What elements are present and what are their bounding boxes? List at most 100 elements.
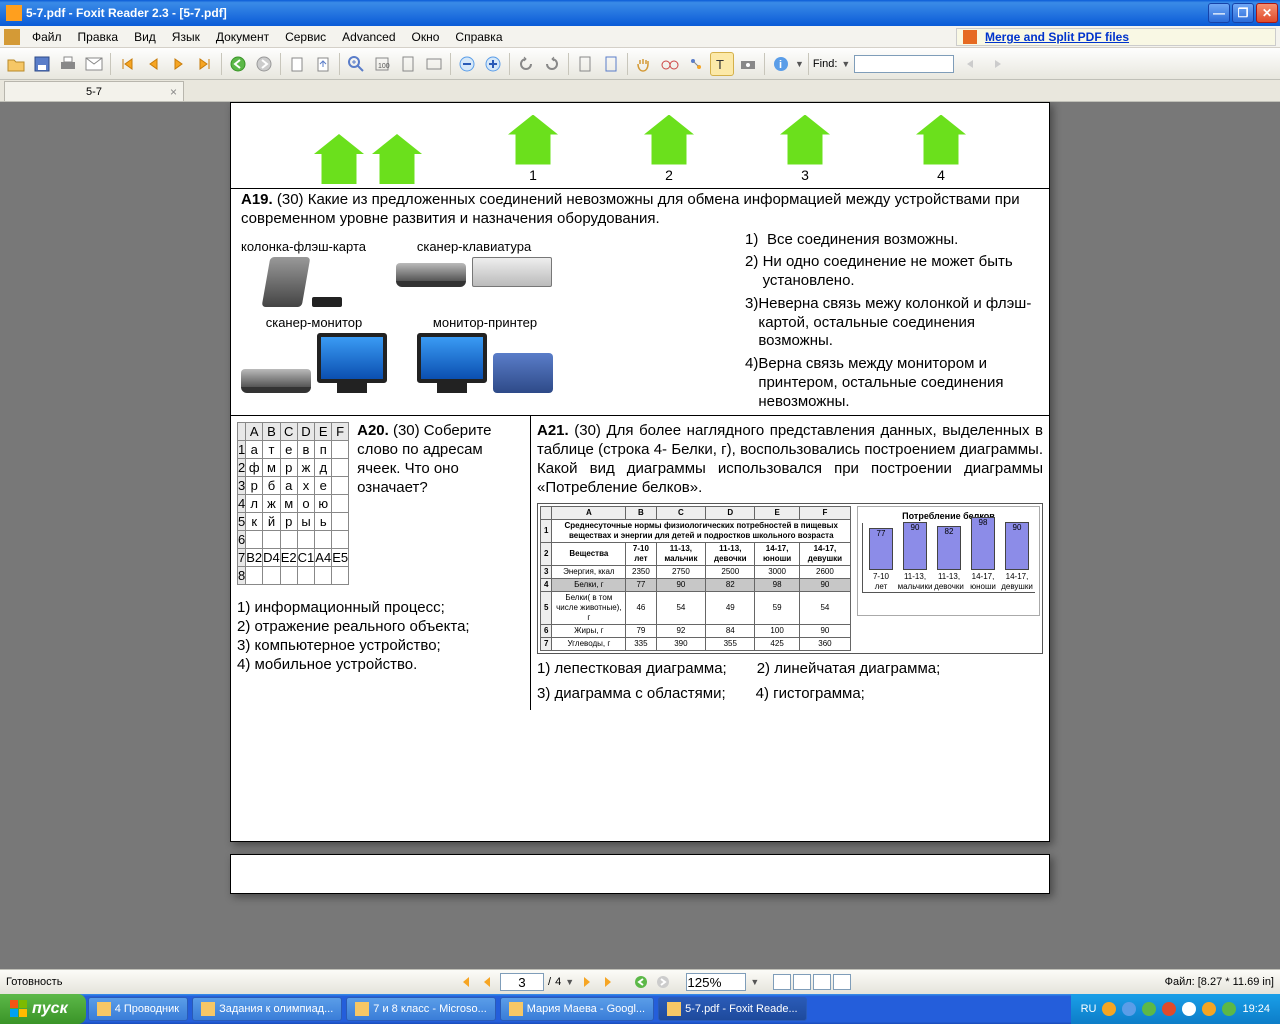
find-label: Find: bbox=[813, 58, 837, 70]
system-tray[interactable]: RU 19:24 bbox=[1071, 994, 1280, 1024]
attachment-button[interactable] bbox=[599, 52, 623, 76]
ad-link[interactable]: Merge and Split PDF files bbox=[985, 30, 1129, 44]
a19-options: 1)Все соединения возможны. 2)Ни одно сое… bbox=[739, 231, 1039, 416]
menu-view[interactable]: Вид bbox=[126, 30, 164, 44]
file-info: Файл: [8.27 * 11.69 in] bbox=[1165, 976, 1274, 988]
measure-icon[interactable] bbox=[684, 52, 708, 76]
svg-text:i: i bbox=[779, 59, 782, 71]
glasses-icon[interactable] bbox=[658, 52, 682, 76]
rotate-right-button[interactable] bbox=[540, 52, 564, 76]
zoom-actual-button[interactable]: 100 bbox=[370, 52, 394, 76]
clock[interactable]: 19:24 bbox=[1242, 1003, 1270, 1015]
email-button[interactable] bbox=[82, 52, 106, 76]
zoom-in-button[interactable] bbox=[344, 52, 368, 76]
question-a20: ABCDEF1атевп2фмржд3рбахе4лжмою5кйрыь67B2… bbox=[231, 416, 531, 710]
task-item[interactable]: 4 Проводник bbox=[88, 997, 188, 1021]
menu-service[interactable]: Сервис bbox=[277, 30, 334, 44]
clipboard-button[interactable] bbox=[285, 52, 309, 76]
nav-next-button[interactable] bbox=[578, 973, 596, 991]
nav-prev-button[interactable] bbox=[478, 973, 496, 991]
nav-last-button[interactable] bbox=[600, 973, 618, 991]
menu-help[interactable]: Справка bbox=[447, 30, 510, 44]
app-icon bbox=[6, 5, 22, 21]
statusbar: Готовность / 4 ▼ ▼ Файл: [8.27 * 11.69 i… bbox=[0, 969, 1280, 994]
page-input[interactable] bbox=[500, 973, 544, 991]
find-input[interactable] bbox=[854, 55, 954, 73]
save-button[interactable] bbox=[30, 52, 54, 76]
snapshot-button[interactable] bbox=[736, 52, 760, 76]
tray-icon[interactable] bbox=[1222, 1002, 1236, 1016]
nav-first-button[interactable] bbox=[456, 973, 474, 991]
svg-text:T: T bbox=[716, 57, 724, 71]
menu-document[interactable]: Документ bbox=[208, 30, 277, 44]
menu-lang[interactable]: Язык bbox=[164, 30, 208, 44]
document-tab[interactable]: 5-7 × bbox=[4, 81, 184, 101]
print-button[interactable] bbox=[56, 52, 80, 76]
menu-edit[interactable]: Правка bbox=[70, 30, 127, 44]
question-a21: А21. (30) Для более наглядного представл… bbox=[531, 416, 1049, 710]
nav-back-button[interactable] bbox=[632, 973, 650, 991]
taskbar: пуск 4 ПроводникЗадания к олимпиад...7 и… bbox=[0, 994, 1280, 1024]
maximize-button[interactable]: ❐ bbox=[1232, 3, 1254, 23]
next-page-button[interactable] bbox=[167, 52, 191, 76]
tab-label: 5-7 bbox=[86, 86, 102, 98]
tabstrip: 5-7 × bbox=[0, 80, 1280, 102]
document-viewport[interactable]: 1 2 3 4 А19. (30) Какие из предложенных … bbox=[0, 102, 1280, 969]
toolbar: 100 T i ▼ Find: ▼ bbox=[0, 48, 1280, 80]
task-item[interactable]: 7 и 8 класс - Microso... bbox=[346, 997, 495, 1021]
ad-banner[interactable]: Merge and Split PDF files bbox=[956, 28, 1276, 46]
tray-icon[interactable] bbox=[1202, 1002, 1216, 1016]
task-item[interactable]: Мария Маева - Googl... bbox=[500, 997, 654, 1021]
lang-indicator[interactable]: RU bbox=[1081, 1003, 1097, 1015]
question-a19: А19. (30) Какие из предложенных соединен… bbox=[231, 188, 1049, 231]
view-cont-facing-button[interactable] bbox=[833, 974, 851, 990]
tray-icon[interactable] bbox=[1182, 1002, 1196, 1016]
tray-icon[interactable] bbox=[1102, 1002, 1116, 1016]
start-button[interactable]: пуск bbox=[0, 994, 86, 1024]
forward-button[interactable] bbox=[252, 52, 276, 76]
bookmark-button[interactable] bbox=[573, 52, 597, 76]
find-next-button[interactable] bbox=[986, 52, 1010, 76]
spreadsheet-table: ABCDEF1атевп2фмржд3рбахе4лжмою5кйрыь67B2… bbox=[237, 422, 349, 585]
bar-chart: Потребление белков 777-10 лет9011-13, ма… bbox=[857, 506, 1040, 616]
export-button[interactable] bbox=[311, 52, 335, 76]
text-select-button[interactable]: T bbox=[710, 52, 734, 76]
task-item[interactable]: Задания к олимпиад... bbox=[192, 997, 342, 1021]
window-title: 5-7.pdf - Foxit Reader 2.3 - [5-7.pdf] bbox=[26, 6, 1208, 20]
tab-close-icon[interactable]: × bbox=[170, 85, 177, 99]
status-text: Готовность bbox=[6, 976, 456, 988]
ad-icon bbox=[963, 30, 977, 44]
svg-text:100: 100 bbox=[378, 63, 390, 70]
prev-page-button[interactable] bbox=[141, 52, 165, 76]
tray-icon[interactable] bbox=[1122, 1002, 1136, 1016]
view-facing-button[interactable] bbox=[813, 974, 831, 990]
tray-icon[interactable] bbox=[1162, 1002, 1176, 1016]
info-button[interactable]: i bbox=[769, 52, 793, 76]
rotate-left-button[interactable] bbox=[514, 52, 538, 76]
minimize-button[interactable]: — bbox=[1208, 3, 1230, 23]
zoom-input[interactable] bbox=[686, 973, 746, 991]
data-table: ABCDEF1Среднесуточные нормы физиологичес… bbox=[540, 506, 851, 651]
menu-window[interactable]: Окно bbox=[404, 30, 448, 44]
view-continuous-button[interactable] bbox=[793, 974, 811, 990]
tray-icon[interactable] bbox=[1142, 1002, 1156, 1016]
last-page-button[interactable] bbox=[193, 52, 217, 76]
house-figures: 1 2 3 4 bbox=[231, 103, 1049, 188]
doc-icon bbox=[4, 29, 20, 45]
fit-width-button[interactable] bbox=[422, 52, 446, 76]
close-button[interactable]: ✕ bbox=[1256, 3, 1278, 23]
back-button[interactable] bbox=[226, 52, 250, 76]
window-titlebar: 5-7.pdf - Foxit Reader 2.3 - [5-7.pdf] —… bbox=[0, 0, 1280, 26]
task-item[interactable]: 5-7.pdf - Foxit Reade... bbox=[658, 997, 807, 1021]
nav-forward-button[interactable] bbox=[654, 973, 672, 991]
hand-tool-button[interactable] bbox=[632, 52, 656, 76]
first-page-button[interactable] bbox=[115, 52, 139, 76]
view-single-button[interactable] bbox=[773, 974, 791, 990]
zoom-out-btn[interactable] bbox=[455, 52, 479, 76]
menu-advanced[interactable]: Advanced bbox=[334, 30, 403, 44]
open-button[interactable] bbox=[4, 52, 28, 76]
menu-file[interactable]: Файл bbox=[24, 30, 70, 44]
find-prev-button[interactable] bbox=[958, 52, 982, 76]
fit-page-button[interactable] bbox=[396, 52, 420, 76]
zoom-in-btn[interactable] bbox=[481, 52, 505, 76]
